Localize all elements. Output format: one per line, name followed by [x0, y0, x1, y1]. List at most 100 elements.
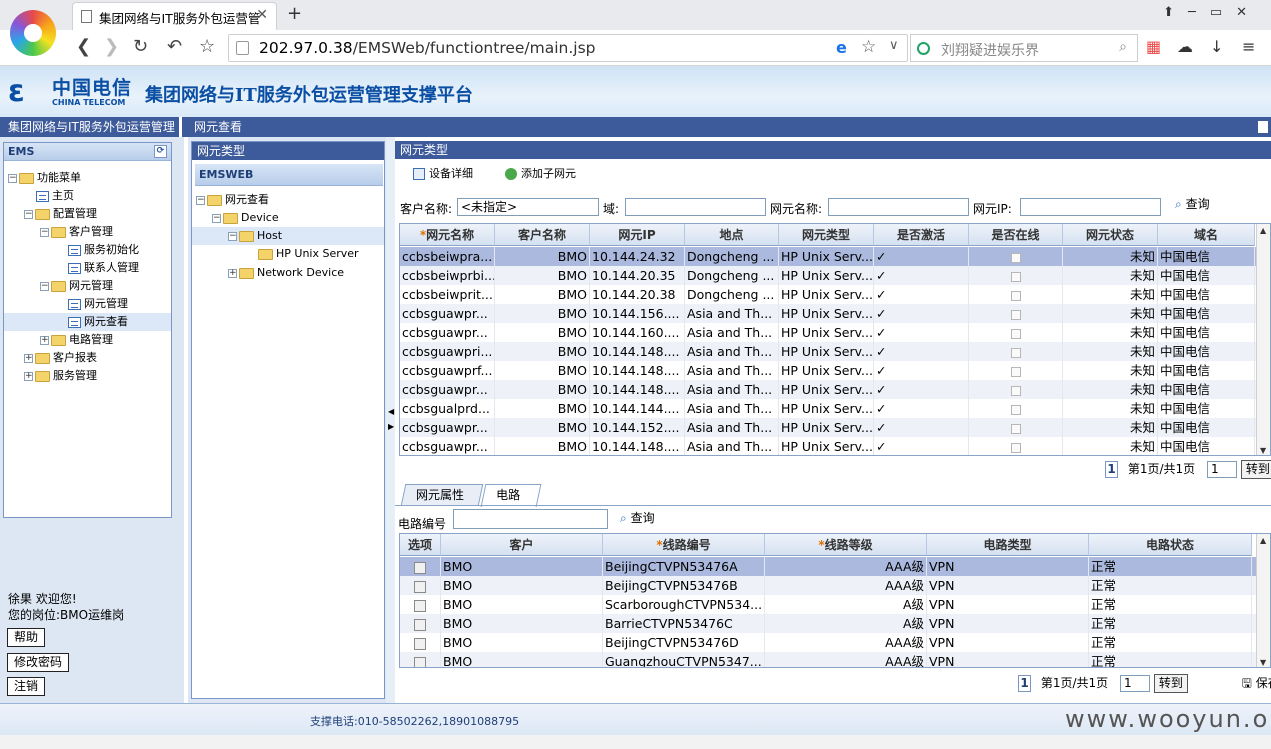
chevron-down-icon[interactable]: ∨: [889, 38, 899, 53]
circuit-query-button[interactable]: ⌕ 查询: [620, 509, 655, 526]
collapse-left-icon[interactable]: ◀: [388, 407, 394, 416]
column-header[interactable]: *线路编号: [603, 534, 765, 556]
change-password-button[interactable]: 修改密码: [7, 653, 70, 672]
ne-table-scrollbar[interactable]: ▲ ▼: [1256, 224, 1270, 455]
new-tab-button[interactable]: +: [287, 3, 302, 24]
browser-logo-icon[interactable]: [10, 10, 56, 56]
tree-item-customer[interactable]: − 客户管理: [40, 223, 113, 241]
collapse-icon[interactable]: −: [40, 281, 49, 291]
table-row[interactable]: ccbsguawpr... BMO 10.144.148.... Asia and T…: [400, 380, 1256, 399]
table-row[interactable]: ccbsguawpr... BMO 10.144.156.... Asia and T…: [400, 304, 1256, 323]
page-input[interactable]: 1: [1119, 675, 1150, 692]
circuit-no-input[interactable]: [453, 509, 608, 529]
column-header[interactable]: *线路等级: [765, 534, 927, 556]
scroll-up-icon[interactable]: ▲: [1260, 226, 1266, 235]
table-row[interactable]: ccbsbeiwprit... BMO 10.144.20.38 Dongcheng …: [400, 285, 1256, 304]
table-row[interactable]: ccbsguawpr... BMO 10.144.148.... Asia and T…: [400, 437, 1256, 455]
apps-icon[interactable]: ▦: [1146, 37, 1161, 56]
bookmark-star-icon[interactable]: ☆: [199, 36, 215, 57]
tree-item-ne-mgmt-page[interactable]: 网元管理: [68, 295, 128, 313]
column-header[interactable]: 网元类型: [779, 224, 874, 246]
column-header[interactable]: 是否在线: [969, 224, 1063, 246]
column-header[interactable]: 客户名称: [495, 224, 590, 246]
column-header[interactable]: 是否激活: [874, 224, 969, 246]
column-header[interactable]: 选项: [400, 534, 441, 556]
undo-icon[interactable]: ↶: [167, 36, 182, 57]
collapse-icon[interactable]: −: [8, 173, 17, 183]
table-row[interactable]: ccbsgualprd... BMO 10.144.144.... Asia and …: [400, 399, 1256, 418]
column-header[interactable]: 电路类型: [927, 534, 1089, 556]
ne-ip-input[interactable]: [1020, 198, 1161, 216]
table-row[interactable]: ccbsguawpr... BMO 10.144.152.... Asia and T…: [400, 418, 1256, 437]
scroll-up-icon[interactable]: ▲: [1260, 536, 1266, 545]
scroll-down-icon[interactable]: ▼: [1260, 658, 1266, 667]
tree-item-function-menu[interactable]: − 功能菜单: [8, 169, 81, 187]
help-button[interactable]: 帮助: [7, 628, 46, 647]
collapse-icon[interactable]: −: [40, 227, 49, 237]
column-header[interactable]: *网元名称: [400, 224, 495, 246]
cloud-icon[interactable]: ☁: [1177, 37, 1193, 56]
collapse-icon[interactable]: −: [196, 195, 205, 205]
column-header[interactable]: 电路状态: [1089, 534, 1252, 556]
collapse-icon[interactable]: −: [212, 213, 221, 223]
page-input[interactable]: 1: [1206, 461, 1237, 478]
goto-button[interactable]: 转到: [1153, 674, 1188, 693]
expand-right-icon[interactable]: ▶: [388, 422, 394, 431]
scroll-down-icon[interactable]: ▼: [1260, 446, 1266, 455]
customer-select[interactable]: <未指定>: [457, 198, 599, 216]
mid-tree-hp-unix[interactable]: HP Unix Server: [258, 245, 359, 263]
row-select-checkbox[interactable]: [414, 637, 426, 650]
table-cell[interactable]: [400, 614, 441, 633]
expand-icon[interactable]: +: [228, 268, 237, 278]
row-select-checkbox[interactable]: [414, 599, 426, 612]
row-select-checkbox[interactable]: [414, 580, 426, 593]
page-number[interactable]: 1: [1105, 461, 1118, 478]
back-icon[interactable]: ❮: [76, 36, 91, 57]
device-detail-button[interactable]: 设备详细: [413, 165, 473, 181]
add-child-ne-button[interactable]: 添加子网元: [505, 165, 576, 181]
close-icon[interactable]: ✕: [256, 7, 268, 23]
tab-circuit[interactable]: 电路: [480, 484, 542, 507]
collapse-icon[interactable]: −: [228, 231, 237, 241]
forward-icon[interactable]: ❯: [104, 36, 119, 57]
address-bar[interactable]: 202.97.0.38/EMSWeb/functiontree/main.jsp…: [228, 34, 908, 62]
table-row[interactable]: BMO ScarboroughCTVPN534... A级 VPN 正常: [400, 595, 1256, 614]
expand-icon[interactable]: +: [40, 335, 49, 345]
table-row[interactable]: BMO BeijingCTVPN53476D AAA级 VPN 正常: [400, 633, 1256, 652]
row-select-checkbox[interactable]: [414, 618, 426, 631]
mid-tree-ne-view[interactable]: − 网元查看: [196, 191, 269, 209]
tree-item-contacts[interactable]: 联系人管理: [68, 259, 139, 277]
expand-icon[interactable]: +: [24, 353, 33, 363]
mid-tree-device[interactable]: − Device: [212, 209, 279, 227]
table-row[interactable]: BMO BeijingCTVPN53476B AAA级 VPN 正常: [400, 576, 1256, 595]
tab-ne-attributes[interactable]: 网元属性: [400, 484, 484, 506]
goto-button[interactable]: 转到: [1240, 460, 1271, 479]
domain-input[interactable]: [625, 198, 766, 216]
menu-icon[interactable]: ≡: [1242, 37, 1255, 56]
column-header[interactable]: 域名: [1158, 224, 1255, 246]
window-controls[interactable]: ⬆─▭✕: [1163, 5, 1261, 20]
table-row[interactable]: BMO BarrieCTVPN53476C A级 VPN 正常: [400, 614, 1256, 633]
table-row[interactable]: ccbsguawpr... BMO 10.144.160.... Asia and T…: [400, 323, 1256, 342]
tree-item-ne-view[interactable]: 网元查看: [4, 313, 171, 331]
column-header[interactable]: 客户: [441, 534, 603, 556]
save-button[interactable]: 🖫 保存: [1242, 676, 1271, 690]
tree-item-config[interactable]: − 配置管理: [24, 205, 97, 223]
page-number[interactable]: 1: [1018, 675, 1031, 692]
table-row[interactable]: BMO BeijingCTVPN53476A AAA级 VPN 正常: [400, 557, 1256, 576]
favorite-star-icon[interactable]: ☆: [861, 37, 876, 57]
tree-item-ne-mgmt[interactable]: − 网元管理: [40, 277, 113, 295]
column-header[interactable]: 地点: [685, 224, 779, 246]
table-row[interactable]: ccbsbeiwpra... BMO 10.144.24.32 Dongcheng .…: [400, 247, 1256, 266]
table-row[interactable]: BMO GuangzhouCTVPN5347... AAA级 VPN 正常: [400, 652, 1256, 667]
table-row[interactable]: ccbsguawpri... BMO 10.144.148.... Asia and …: [400, 342, 1256, 361]
table-cell[interactable]: [400, 576, 441, 595]
table-row[interactable]: ccbsguawprf... BMO 10.144.148.... Asia and …: [400, 361, 1256, 380]
table-cell[interactable]: [400, 595, 441, 614]
logout-button[interactable]: 注销: [7, 677, 46, 696]
table-cell[interactable]: [400, 633, 441, 652]
tree-item-home[interactable]: 主页: [36, 187, 74, 205]
tree-item-report[interactable]: + 客户报表: [24, 349, 97, 367]
table-row[interactable]: ccbsbeiwprbi... BMO 10.144.20.35 Dongcheng …: [400, 266, 1256, 285]
expand-icon[interactable]: +: [24, 371, 33, 381]
